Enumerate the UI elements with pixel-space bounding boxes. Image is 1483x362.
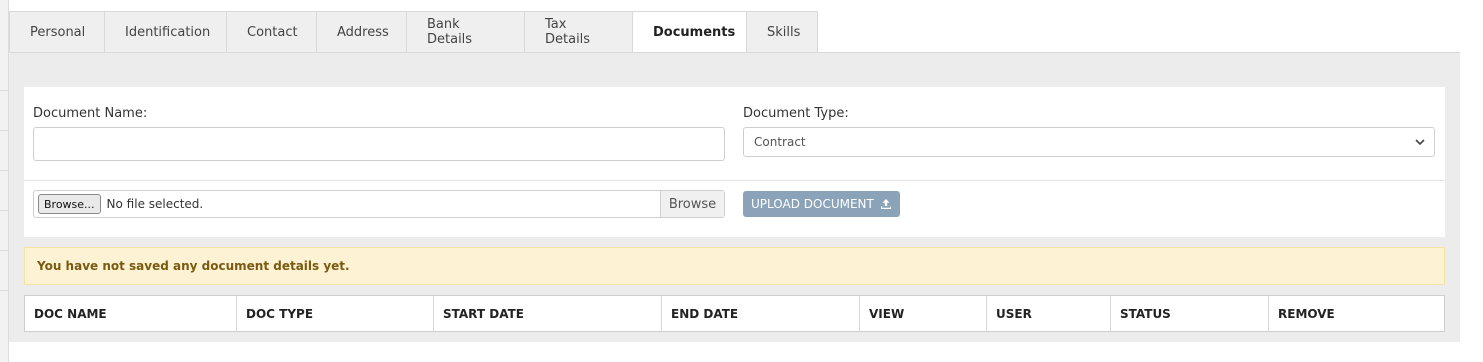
tab-documents[interactable]: Documents bbox=[632, 11, 746, 53]
form-divider bbox=[24, 180, 1445, 181]
tab-bar: Personal Identification Contact Address … bbox=[9, 11, 818, 53]
upload-document-button[interactable]: UPLOAD DOCUMENT bbox=[743, 191, 900, 217]
document-type-value: Contract bbox=[754, 135, 806, 149]
document-form: Document Name: Document Type: Contract B… bbox=[24, 87, 1445, 237]
tab-identification[interactable]: Identification bbox=[104, 11, 226, 53]
tab-address[interactable]: Address bbox=[316, 11, 406, 53]
documents-table-header: DOC NAME DOC TYPE START DATE END DATE VI… bbox=[24, 295, 1445, 332]
column-header-view[interactable]: VIEW bbox=[860, 296, 987, 331]
document-type-select[interactable]: Contract bbox=[743, 127, 1435, 157]
tab-tax-details[interactable]: Tax Details bbox=[524, 11, 632, 53]
rail-divider bbox=[0, 290, 9, 291]
rail-divider bbox=[0, 250, 9, 251]
column-header-start-date[interactable]: START DATE bbox=[434, 296, 662, 331]
chevron-down-icon bbox=[1415, 139, 1425, 146]
file-choose-button[interactable]: Browse... bbox=[38, 194, 101, 214]
document-name-label: Document Name: bbox=[33, 106, 148, 121]
file-status-text: No file selected. bbox=[106, 197, 204, 211]
rail-divider bbox=[0, 170, 9, 171]
document-name-input[interactable] bbox=[33, 127, 725, 161]
empty-documents-alert: You have not saved any document details … bbox=[24, 247, 1445, 285]
upload-button-label: UPLOAD DOCUMENT bbox=[751, 197, 874, 211]
column-header-doc-name[interactable]: DOC NAME bbox=[25, 296, 237, 331]
upload-icon bbox=[880, 199, 891, 209]
column-header-end-date[interactable]: END DATE bbox=[662, 296, 860, 331]
alert-message: You have not saved any document details … bbox=[37, 259, 350, 273]
tab-bank-details[interactable]: Bank Details bbox=[406, 11, 524, 53]
documents-panel: Document Name: Document Type: Contract B… bbox=[9, 52, 1460, 342]
column-header-status[interactable]: STATUS bbox=[1111, 296, 1269, 331]
tab-skills[interactable]: Skills bbox=[746, 11, 818, 53]
left-rail bbox=[0, 0, 9, 362]
tab-personal[interactable]: Personal bbox=[9, 11, 104, 53]
column-header-user[interactable]: USER bbox=[987, 296, 1111, 331]
column-header-doc-type[interactable]: DOC TYPE bbox=[237, 296, 434, 331]
rail-divider bbox=[0, 210, 9, 211]
file-input-group: Browse... No file selected. Browse bbox=[33, 190, 725, 218]
column-header-remove[interactable]: REMOVE bbox=[1269, 296, 1444, 331]
rail-divider bbox=[0, 90, 9, 91]
rail-divider bbox=[0, 130, 9, 131]
document-type-label: Document Type: bbox=[743, 106, 849, 121]
tab-contact[interactable]: Contact bbox=[226, 11, 316, 53]
browse-button[interactable]: Browse bbox=[660, 191, 724, 217]
